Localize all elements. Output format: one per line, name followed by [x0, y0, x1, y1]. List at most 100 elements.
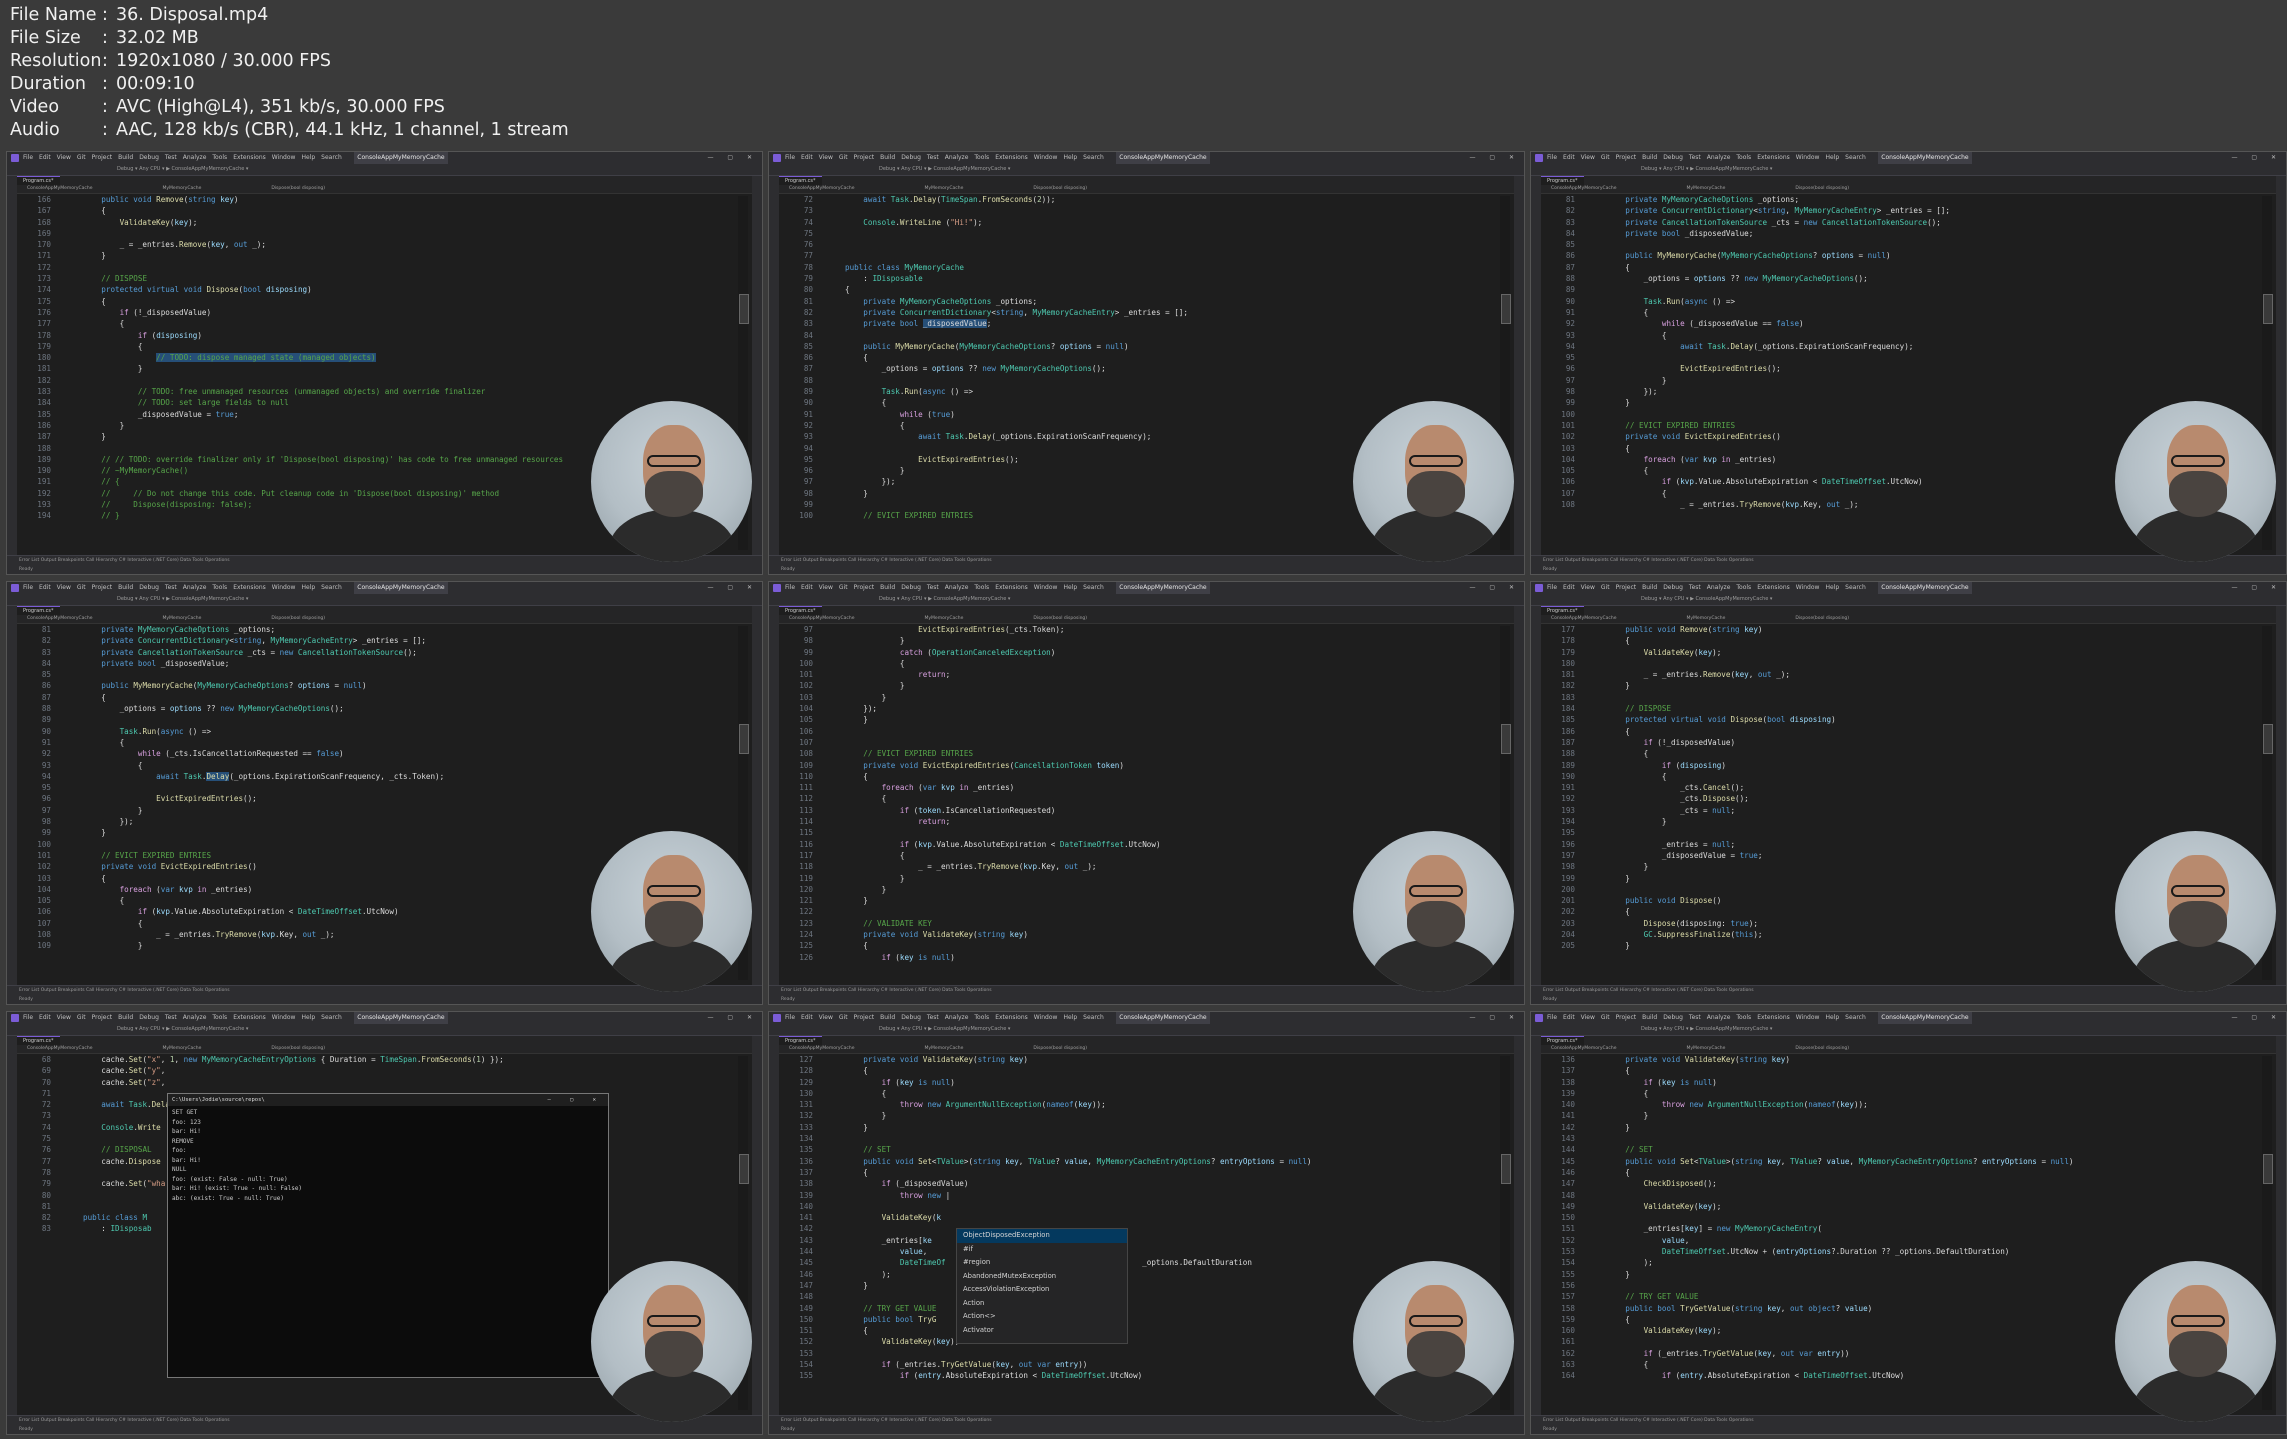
menu-item[interactable]: Extensions: [233, 154, 266, 161]
menu-item[interactable]: Search: [1845, 584, 1866, 591]
menu-item[interactable]: Test: [927, 584, 939, 591]
menu-item[interactable]: Edit: [39, 154, 51, 161]
menu-item[interactable]: Build: [1642, 1014, 1657, 1021]
menu-item[interactable]: File: [23, 584, 33, 591]
menu-item[interactable]: Extensions: [995, 1014, 1028, 1021]
menu-item[interactable]: Build: [880, 154, 895, 161]
menu-item[interactable]: Test: [1689, 154, 1701, 161]
navigation-dropdown[interactable]: Dispose(bool disposing): [1033, 186, 1087, 191]
navigation-dropdown[interactable]: MyMemoryCache: [163, 186, 202, 191]
menu-item[interactable]: Debug: [139, 1014, 159, 1021]
menu-item[interactable]: Search: [1083, 1014, 1104, 1021]
console-window[interactable]: C:\Users\Jodie\source\repos\ — ▢ ✕ SET GET…: [167, 1093, 609, 1378]
navigation-bar[interactable]: ConsoleAppMyMemoryCache MyMemoryCache Disp…: [779, 615, 1514, 624]
navigation-dropdown[interactable]: MyMemoryCache: [925, 1046, 964, 1051]
menu-item[interactable]: Window: [1034, 584, 1058, 591]
menu-item[interactable]: View: [819, 584, 833, 591]
menu-item[interactable]: Analyze: [945, 154, 969, 161]
menu-item[interactable]: Help: [301, 1014, 315, 1021]
menu-item[interactable]: Debug: [1663, 584, 1683, 591]
navigation-dropdown[interactable]: ConsoleAppMyMemoryCache: [27, 186, 93, 191]
menu-item[interactable]: File: [785, 154, 795, 161]
menu-item[interactable]: View: [57, 154, 71, 161]
menu-item[interactable]: Tools: [1736, 154, 1751, 161]
navigation-bar[interactable]: ConsoleAppMyMemoryCache MyMemoryCache Disp…: [779, 1045, 1514, 1054]
navigation-dropdown[interactable]: MyMemoryCache: [925, 186, 964, 191]
intellisense-item[interactable]: AbandonedMutexException: [957, 1270, 1127, 1284]
menu-item[interactable]: Tools: [1736, 1014, 1751, 1021]
menu-item[interactable]: Edit: [1563, 1014, 1575, 1021]
menu-item[interactable]: View: [819, 1014, 833, 1021]
menu-item[interactable]: Window: [1796, 154, 1820, 161]
menu-item[interactable]: Analyze: [183, 584, 207, 591]
menu-item[interactable]: Analyze: [1707, 584, 1731, 591]
menu-item[interactable]: Tools: [212, 154, 227, 161]
menu-item[interactable]: Git: [1601, 584, 1610, 591]
menu-item[interactable]: Extensions: [233, 1014, 266, 1021]
menu-item[interactable]: Analyze: [945, 1014, 969, 1021]
intellisense-item[interactable]: #region: [957, 1256, 1127, 1270]
menu-item[interactable]: Build: [880, 584, 895, 591]
navigation-dropdown[interactable]: Dispose(bool disposing): [271, 186, 325, 191]
menu-item[interactable]: Extensions: [233, 584, 266, 591]
menu-item[interactable]: Search: [321, 584, 342, 591]
menu-item[interactable]: Edit: [1563, 584, 1575, 591]
menu-item[interactable]: Help: [1063, 154, 1077, 161]
menu-item[interactable]: Project: [1616, 584, 1637, 591]
console-window-controls[interactable]: — ▢ ✕: [547, 1094, 608, 1106]
menu-item[interactable]: Search: [321, 154, 342, 161]
navigation-dropdown[interactable]: Dispose(bool disposing): [271, 616, 325, 621]
menu-item[interactable]: View: [819, 154, 833, 161]
menu-item[interactable]: Extensions: [995, 584, 1028, 591]
ide-toolbar[interactable]: Debug ▾ Any CPU ▾ ▶ ConsoleAppMyMemoryCa…: [7, 594, 762, 606]
menu-item[interactable]: Search: [321, 1014, 342, 1021]
menu-item[interactable]: Edit: [39, 584, 51, 591]
window-controls[interactable]: — ▢ ✕: [2231, 1012, 2282, 1024]
menu-item[interactable]: Test: [927, 1014, 939, 1021]
menu-item[interactable]: Window: [1034, 1014, 1058, 1021]
menu-item[interactable]: File: [785, 584, 795, 591]
navigation-dropdown[interactable]: MyMemoryCache: [1687, 186, 1726, 191]
window-controls[interactable]: — ▢ ✕: [707, 582, 758, 594]
menu-item[interactable]: File: [1547, 584, 1557, 591]
menu-item[interactable]: Window: [1796, 584, 1820, 591]
menu-item[interactable]: Debug: [1663, 1014, 1683, 1021]
window-controls[interactable]: — ▢ ✕: [1469, 1012, 1520, 1024]
menu-item[interactable]: View: [57, 1014, 71, 1021]
menu-item[interactable]: Git: [77, 154, 86, 161]
navigation-dropdown[interactable]: ConsoleAppMyMemoryCache: [27, 1046, 93, 1051]
window-controls[interactable]: — ▢ ✕: [1469, 152, 1520, 164]
ide-toolbar[interactable]: Debug ▾ Any CPU ▾ ▶ ConsoleAppMyMemoryCa…: [769, 164, 1524, 176]
intellisense-item[interactable]: Activator: [957, 1324, 1127, 1338]
navigation-bar[interactable]: ConsoleAppMyMemoryCache MyMemoryCache Disp…: [17, 185, 752, 194]
menu-item[interactable]: Edit: [801, 154, 813, 161]
navigation-bar[interactable]: ConsoleAppMyMemoryCache MyMemoryCache Disp…: [1541, 1045, 2276, 1054]
menu-item[interactable]: Analyze: [183, 154, 207, 161]
menu-item[interactable]: Tools: [1736, 584, 1751, 591]
menu-item[interactable]: Extensions: [1757, 584, 1790, 591]
intellisense-popup[interactable]: ObjectDisposedException #if #region Abandon…: [956, 1228, 1128, 1344]
menu-item[interactable]: Git: [1601, 1014, 1610, 1021]
menu-item[interactable]: Tools: [974, 584, 989, 591]
menu-item[interactable]: Help: [1063, 1014, 1077, 1021]
menu-item[interactable]: Tools: [212, 584, 227, 591]
menu-item[interactable]: View: [1581, 154, 1595, 161]
menu-item[interactable]: Debug: [901, 584, 921, 591]
menu-item[interactable]: Search: [1845, 1014, 1866, 1021]
navigation-dropdown[interactable]: Dispose(bool disposing): [271, 1046, 325, 1051]
menu-item[interactable]: Project: [854, 1014, 875, 1021]
navigation-dropdown[interactable]: Dispose(bool disposing): [1033, 616, 1087, 621]
menu-item[interactable]: File: [23, 154, 33, 161]
navigation-dropdown[interactable]: ConsoleAppMyMemoryCache: [1551, 616, 1617, 621]
menu-item[interactable]: Help: [1825, 584, 1839, 591]
window-controls[interactable]: — ▢ ✕: [707, 152, 758, 164]
menu-item[interactable]: Build: [880, 1014, 895, 1021]
menu-item[interactable]: Analyze: [1707, 154, 1731, 161]
menu-item[interactable]: Test: [165, 154, 177, 161]
menu-item[interactable]: Git: [839, 154, 848, 161]
menu-item[interactable]: Search: [1083, 154, 1104, 161]
intellisense-item[interactable]: Action<>: [957, 1310, 1127, 1324]
navigation-dropdown[interactable]: MyMemoryCache: [163, 1046, 202, 1051]
menu-item[interactable]: Analyze: [183, 1014, 207, 1021]
ide-toolbar[interactable]: Debug ▾ Any CPU ▾ ▶ ConsoleAppMyMemoryCa…: [1531, 594, 2286, 606]
